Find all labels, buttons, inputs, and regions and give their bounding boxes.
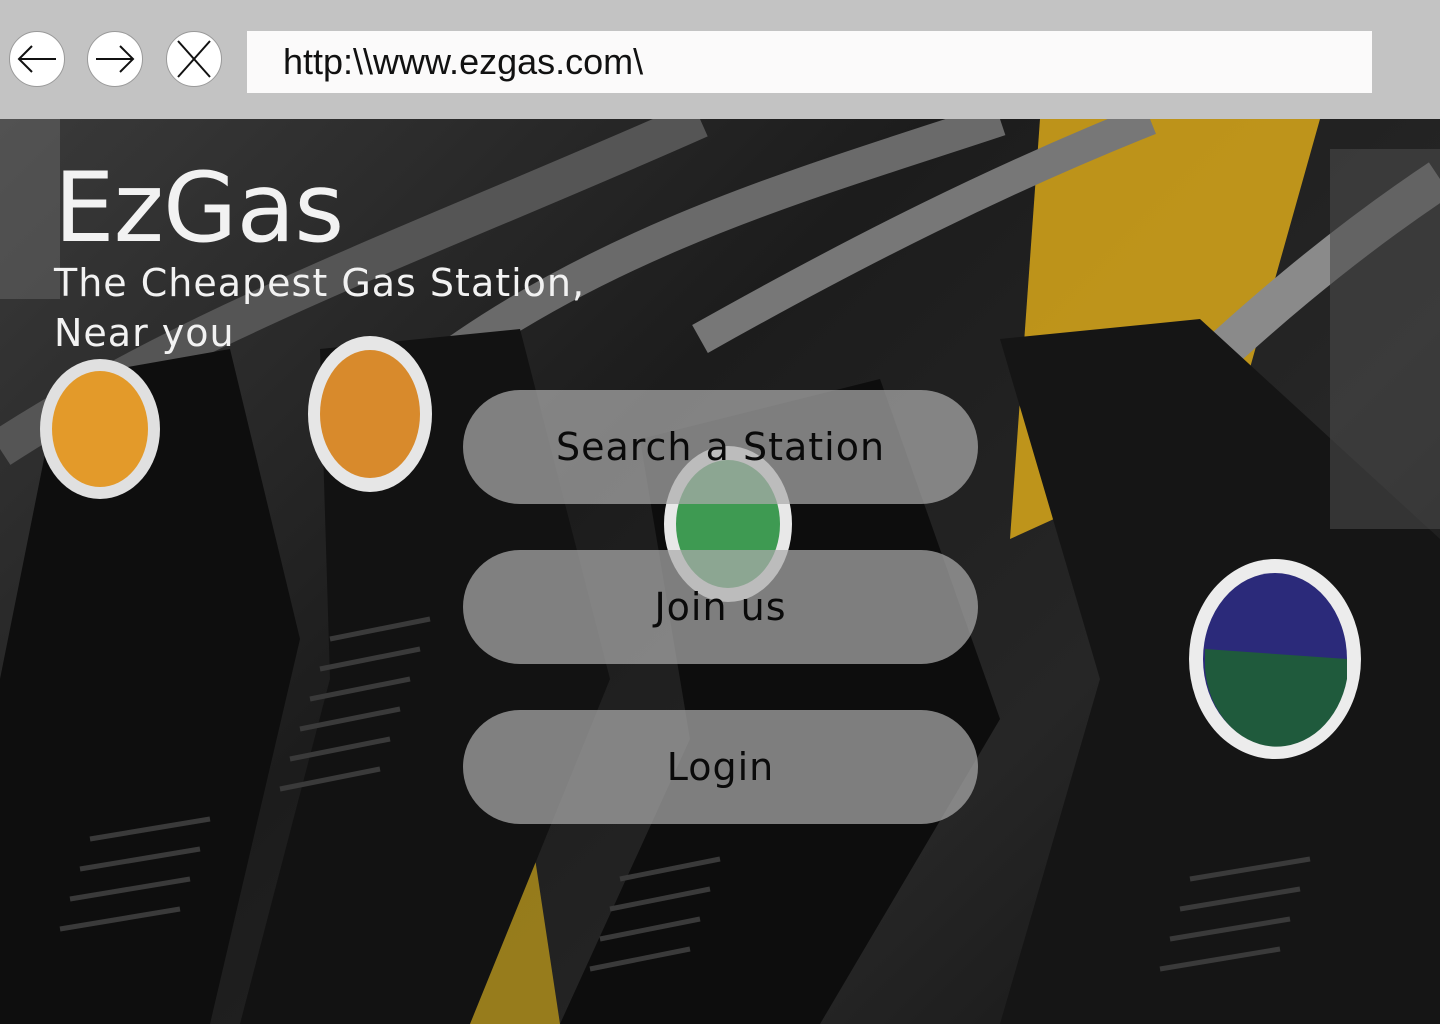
tagline: The Cheapest Gas Station, Near you xyxy=(54,258,694,358)
hero-background: EzGas The Cheapest Gas Station, Near you … xyxy=(0,119,1440,1024)
arrow-right-icon xyxy=(96,45,135,73)
search-station-button[interactable]: Search a Station xyxy=(463,390,978,504)
brand-logo-text: EzGas xyxy=(54,152,344,264)
tagline-line-2: Near you xyxy=(54,311,235,355)
join-us-button[interactable]: Join us xyxy=(463,550,978,664)
arrow-left-icon xyxy=(17,45,56,73)
url-text: http:\\www.ezgas.com\ xyxy=(283,41,644,82)
close-button[interactable] xyxy=(166,31,222,87)
tagline-line-1: The Cheapest Gas Station, xyxy=(54,261,586,305)
close-icon xyxy=(177,40,211,78)
login-button[interactable]: Login xyxy=(463,710,978,824)
back-button[interactable] xyxy=(9,31,65,87)
forward-button[interactable] xyxy=(87,31,143,87)
address-bar[interactable]: http:\\www.ezgas.com\ xyxy=(247,31,1372,93)
browser-toolbar: http:\\www.ezgas.com\ xyxy=(0,0,1440,119)
